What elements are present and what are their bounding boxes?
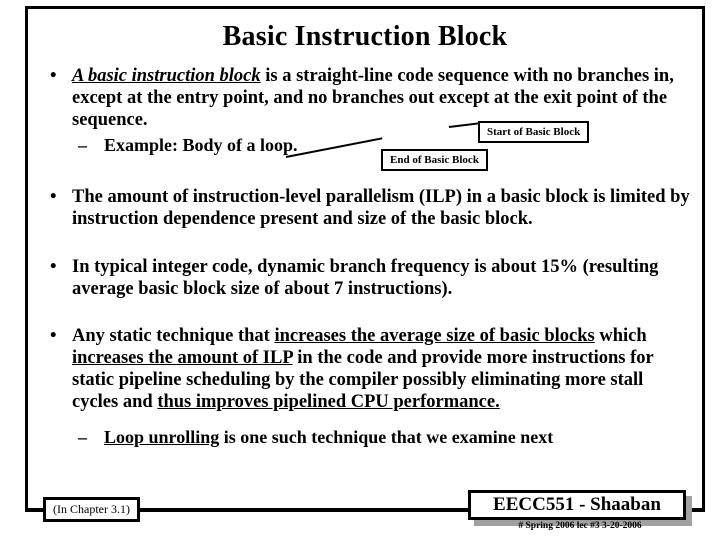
underline-improves-cpu-performance: thus improves pipelined CPU performance. [157, 391, 500, 412]
chapter-reference-note: (In Chapter 3.1) [43, 497, 140, 523]
sub-bullet-text-loop-unrolling: is one such technique that we examine ne… [219, 426, 554, 447]
bullet-text-3: In typical integer code, dynamic branch … [72, 256, 659, 299]
bullet-marker: • [50, 66, 57, 86]
callout-end-of-basic-block: End of Basic Block [381, 149, 488, 172]
underline-increases-ilp: increases the amount of ILP [72, 348, 293, 369]
bullet-item-3: • In typical integer code, dynamic branc… [42, 257, 694, 301]
bullet-marker: • [50, 187, 57, 208]
bullet-text-4-part2: which [594, 326, 647, 347]
underline-increases-block-size: increases the average size of basic bloc… [274, 326, 595, 347]
lecture-date-line: # Spring 2006 lec #3 3-20-2006 [518, 521, 642, 531]
bullet-item-1: • A basic instruction block is a straigh… [42, 66, 694, 131]
sub-bullet-marker: – [78, 426, 87, 447]
sub-bullet-text-example: Example: Body of a loop. [104, 135, 298, 156]
bullet-item-2: • The amount of instruction-level parall… [42, 187, 694, 231]
emphasis-basic-instruction-block: A basic instruction block [72, 66, 261, 86]
page-title: Basic Instruction Block [222, 21, 508, 52]
bullet-item-4: • Any static technique that increases the… [42, 326, 694, 413]
sub-bullet-marker: – [78, 135, 87, 156]
slide-canvas: Basic Instruction Block • A basic instru… [0, 0, 720, 540]
slide-body: • A basic instruction block is a straigh… [42, 66, 694, 448]
callout-start-of-basic-block: Start of Basic Block [478, 121, 590, 144]
bullet-text-4-part1: Any static technique that [72, 326, 275, 347]
course-badge: EECC551 - Shaaban [468, 490, 686, 520]
sub-bullet-example: – Example: Body of a loop. [42, 135, 694, 157]
underline-loop-unrolling: Loop unrolling [104, 426, 220, 447]
bullet-text-2: The amount of instruction-level parallel… [72, 187, 690, 229]
bullet-marker: • [50, 326, 57, 347]
bullet-marker: • [50, 256, 57, 277]
sub-bullet-loop-unrolling: – Loop unrolling is one such technique th… [42, 427, 694, 449]
